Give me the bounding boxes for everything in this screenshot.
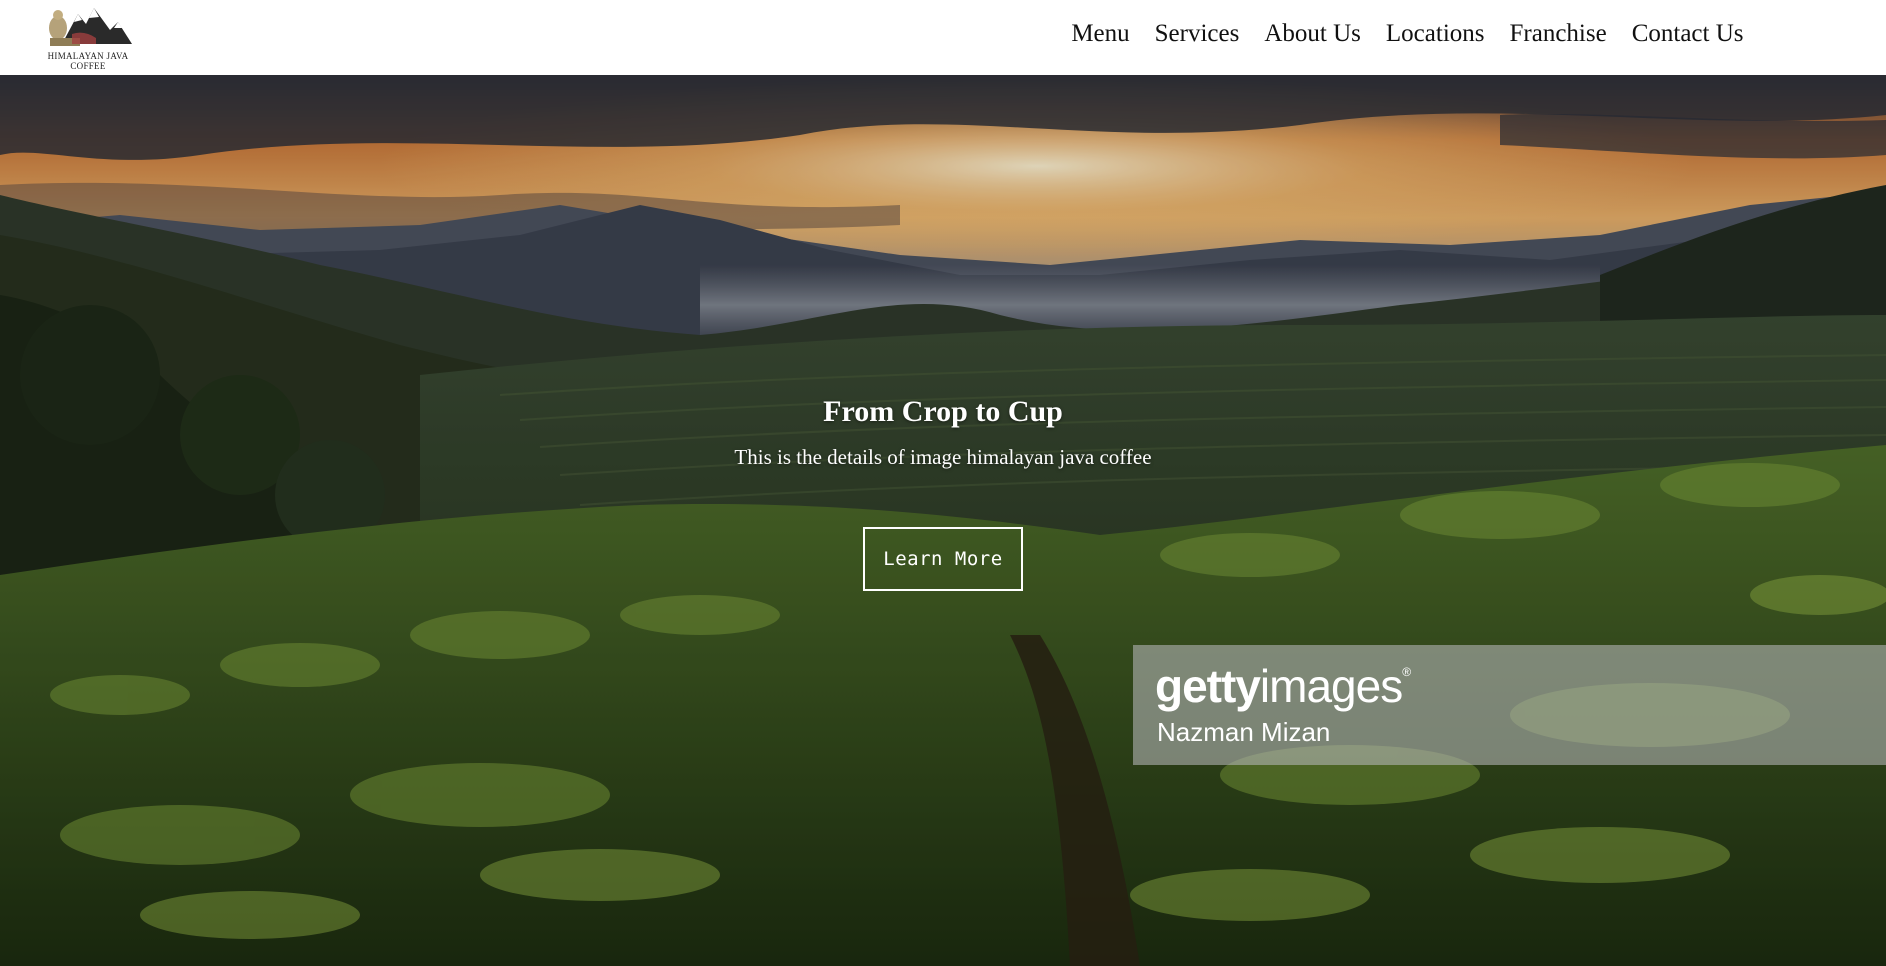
watermark-brand-light: images: [1259, 660, 1403, 712]
nav-item-franchise[interactable]: Franchise: [1497, 20, 1619, 48]
watermark-brand-bold: getty: [1155, 660, 1261, 712]
hero-banner: From Crop to Cup This is the details of …: [0, 75, 1886, 966]
watermark-credit: Nazman Mizan: [1157, 717, 1331, 747]
nav-item-contact-us[interactable]: Contact Us: [1619, 20, 1756, 48]
mountain-logo-icon: [49, 8, 132, 46]
logo[interactable]: HIMALAYAN JAVA COFFEE: [40, 4, 136, 72]
watermark-brand: gettyimages®: [1155, 659, 1411, 713]
watermark-registered: ®: [1402, 665, 1411, 679]
learn-more-button[interactable]: Learn More: [863, 527, 1023, 591]
nav-item-about-us[interactable]: About Us: [1252, 20, 1374, 48]
hero-description: This is the details of image himalayan j…: [734, 445, 1152, 469]
site-header: HIMALAYAN JAVA COFFEE Menu Services Abou…: [0, 0, 1886, 75]
logo-text-line1: HIMALAYAN JAVA: [47, 51, 129, 61]
hero-title: From Crop to Cup: [823, 395, 1063, 428]
nav-item-services[interactable]: Services: [1142, 20, 1252, 48]
hero-background-image: [0, 75, 1886, 966]
nav-item-menu[interactable]: Menu: [1059, 20, 1142, 48]
main-nav: Menu Services About Us Locations Franchi…: [1059, 20, 1756, 48]
nav-item-locations[interactable]: Locations: [1373, 20, 1497, 48]
logo-text-line2: COFFEE: [70, 61, 106, 71]
page: HIMALAYAN JAVA COFFEE Menu Services Abou…: [0, 0, 1886, 966]
getty-images-watermark: gettyimages® Nazman Mizan: [1133, 645, 1886, 765]
